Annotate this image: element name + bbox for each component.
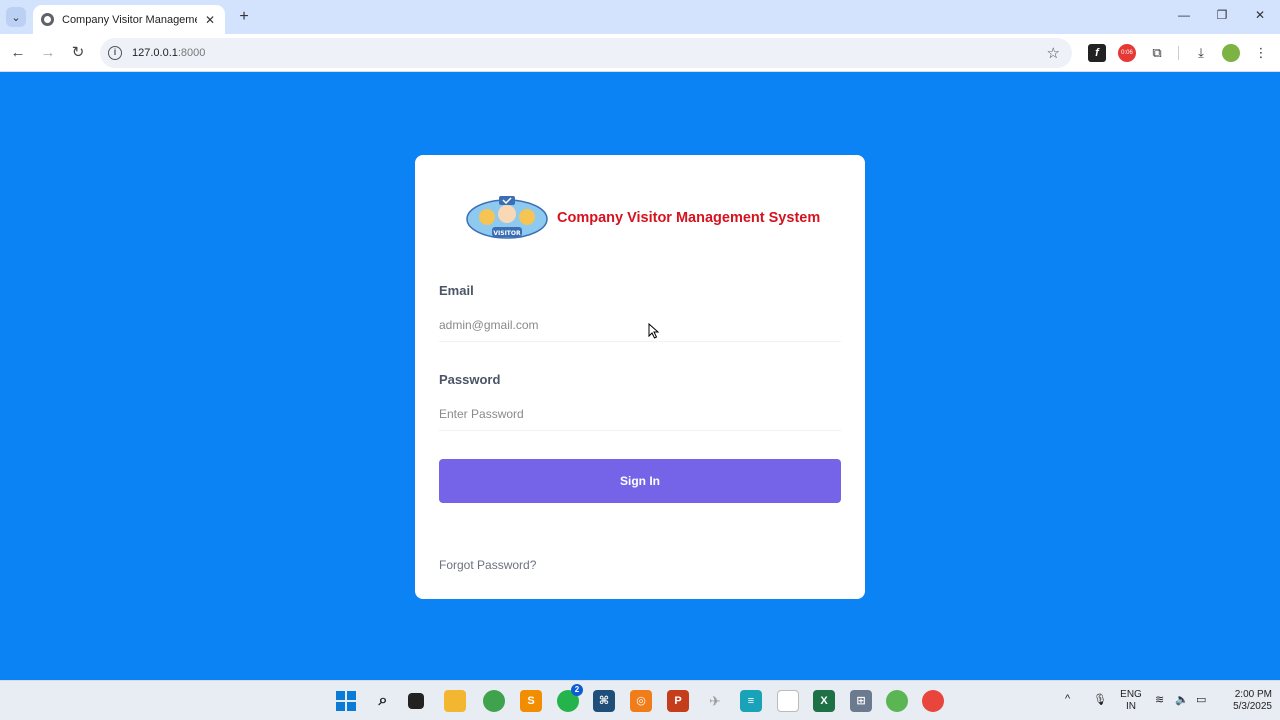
extensions-puzzle-icon[interactable]: ⧉ (1148, 44, 1166, 62)
task-view-icon[interactable] (408, 693, 424, 709)
file-explorer-icon[interactable] (444, 690, 466, 712)
url-text[interactable]: 127.0.0.1:8000 (132, 47, 205, 59)
sign-in-button[interactable]: Sign In (439, 459, 841, 503)
browser-tab[interactable]: Company Visitor Management ✕ (33, 5, 225, 34)
browser-toolbar: ← → ↻ i 127.0.0.1:8000 ☆ f 0:06 ⧉ ⤓ ⋮ (0, 34, 1280, 72)
forward-arrow-icon[interactable]: → (38, 43, 58, 63)
document-icon[interactable] (777, 690, 799, 712)
globe-icon (41, 13, 54, 26)
reload-icon[interactable]: ↻ (68, 43, 88, 63)
code-editor-icon[interactable]: ⌘ (593, 690, 615, 712)
wifi-icon[interactable]: ≋ (1155, 693, 1164, 706)
brand-name: Company Visitor Management System (557, 210, 821, 226)
clock[interactable]: 2:00 PM 5/3/2025 (1218, 689, 1272, 713)
window-close-icon[interactable]: ✕ (1248, 8, 1272, 22)
sublime-text-icon[interactable]: S (520, 690, 542, 712)
more-menu-icon[interactable]: ⋮ (1252, 44, 1270, 62)
profile-avatar-icon[interactable] (1222, 44, 1240, 62)
download-icon[interactable]: ⤓ (1192, 44, 1210, 62)
microphone-icon[interactable]: 🎙 (1093, 693, 1107, 706)
url-port: :8000 (177, 47, 206, 59)
powerpoint-icon[interactable]: P (667, 690, 689, 712)
fx-extension-icon[interactable]: f (1088, 44, 1106, 62)
toolbar-separator (1178, 46, 1179, 60)
airplane-app-icon[interactable]: ✈ (704, 690, 726, 712)
logo-text: VISITOR (493, 230, 521, 237)
forgot-password-link[interactable]: Forgot Password? (439, 558, 536, 572)
mouse-pointer-icon (648, 323, 660, 339)
new-tab-plus-icon[interactable]: + (234, 7, 254, 27)
back-arrow-icon[interactable]: ← (8, 43, 28, 63)
battery-icon[interactable]: ▭ (1196, 693, 1206, 706)
taskbar: ⌕ S 2 ⌘ ◎ P ✈ ≡ X ⊞ ^ 🎙 ENG IN ≋ 🔈 ▭ 2:0… (0, 680, 1280, 720)
url-host: 127.0.0.1 (132, 47, 178, 59)
browser-tab-strip: ⌄ Company Visitor Management ✕ + — ❐ ✕ (0, 0, 1280, 34)
email-label: Email (439, 283, 474, 298)
excel-icon[interactable]: X (813, 690, 835, 712)
tab-search-chevron-icon[interactable]: ⌄ (6, 7, 26, 27)
windows-start-icon[interactable] (335, 690, 357, 712)
brand-header: VISITOR Company Visitor Management Syste… (465, 193, 820, 243)
volume-icon[interactable]: 🔈 (1175, 693, 1189, 706)
language-indicator[interactable]: ENG IN (1118, 689, 1144, 713)
tab-close-icon[interactable]: ✕ (203, 13, 217, 27)
visitor-logo: VISITOR (466, 196, 548, 239)
chrome-canary-icon[interactable] (886, 690, 908, 712)
site-info-icon[interactable]: i (108, 46, 122, 60)
network-app-icon[interactable]: ⊞ (850, 690, 872, 712)
notepad-icon[interactable]: ≡ (740, 690, 762, 712)
tray-chevron-up-icon[interactable]: ^ (1065, 693, 1070, 705)
restore-icon[interactable]: ❐ (1210, 8, 1234, 22)
search-icon[interactable]: ⌕ (372, 690, 394, 712)
bookmark-star-icon[interactable]: ☆ (1047, 44, 1060, 62)
minimize-icon[interactable]: — (1172, 8, 1196, 22)
tab-title: Company Visitor Management (62, 13, 197, 26)
clock-date: 5/3/2025 (1233, 701, 1272, 712)
address-bar[interactable]: i 127.0.0.1:8000 ☆ (100, 38, 1072, 68)
clock-time: 2:00 PM (1234, 689, 1272, 700)
chrome-icon[interactable] (922, 690, 944, 712)
password-field[interactable] (439, 397, 841, 431)
language-bottom: IN (1126, 701, 1136, 712)
login-card: VISITOR Company Visitor Management Syste… (415, 155, 865, 599)
timer-extension-icon[interactable]: 0:06 (1118, 44, 1136, 62)
photo-app-icon[interactable]: ◎ (630, 690, 652, 712)
chrome-dev-icon[interactable] (483, 690, 505, 712)
email-field[interactable] (439, 308, 841, 342)
whatsapp-icon[interactable]: 2 (557, 684, 583, 712)
password-label: Password (439, 372, 501, 387)
whatsapp-badge: 2 (571, 684, 583, 696)
language-top: ENG (1120, 689, 1142, 700)
